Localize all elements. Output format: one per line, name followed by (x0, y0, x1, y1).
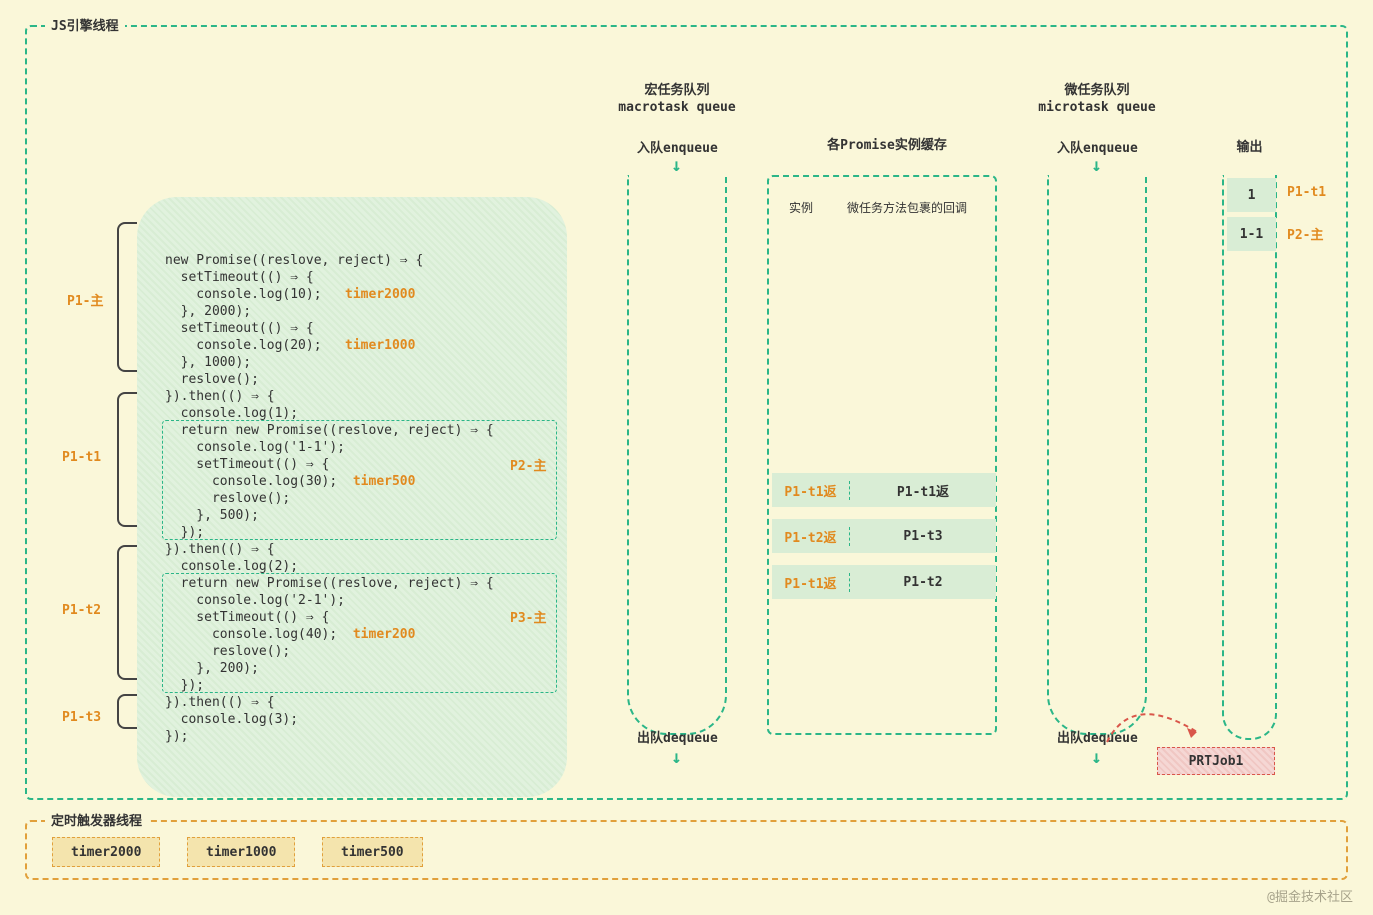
label-p1main: P1-主 (67, 290, 103, 309)
label-p1t1: P1-t1 (62, 450, 101, 465)
cache-title: 各Promise实例缓存 (797, 137, 977, 154)
p2-subbox (162, 420, 557, 540)
code-block: new Promise((reslove, reject) ⇒ { setTim… (137, 197, 567, 797)
bracket-p1main (117, 222, 137, 372)
watermark: @掘金技术社区 (1267, 886, 1353, 905)
bracket-p1t3 (117, 694, 137, 729)
bracket-p1t1 (117, 392, 137, 527)
macro-enqueue-label: 入队enqueue (637, 137, 718, 156)
macro-enqueue-arrow-icon: ↓ (671, 155, 682, 176)
label-p3main: P3-主 (510, 607, 546, 626)
macro-dequeue-label: 出队dequeue (637, 727, 718, 746)
output-source-label: P2-主 (1287, 224, 1323, 243)
p3-subbox (162, 573, 557, 693)
cache-hdr-cb: 微任务方法包裹的回调 (847, 199, 967, 216)
bracket-p1t2 (117, 545, 137, 680)
cache-row: P1-t1返 P1-t2 (772, 565, 996, 599)
label-p2main: P2-主 (510, 455, 546, 474)
label-p1t3: P1-t3 (62, 710, 101, 725)
cache-row: P1-t2返 P1-t3 (772, 519, 996, 553)
prtjob-box: PRTJob1 (1157, 747, 1275, 775)
micro-enqueue-arrow-icon: ↓ (1091, 155, 1102, 176)
timer-pill: timer500 (322, 837, 423, 867)
output-cell: 1 (1227, 178, 1276, 212)
timer-pill: timer1000 (187, 837, 295, 867)
timer-thread-label: 定时触发器线程 (45, 810, 148, 829)
timer-thread-container: 定时触发器线程 timer2000 timer1000 timer500 (25, 820, 1348, 880)
js-engine-label: JS引擎线程 (45, 15, 125, 34)
output-column: 1 1-1 (1222, 175, 1277, 740)
cache-row: P1-t1返 P1-t1返 (772, 473, 996, 507)
timer-pill: timer2000 (52, 837, 160, 867)
output-cell: 1-1 (1227, 217, 1276, 251)
micro-to-prtjob-arrow-icon (1102, 682, 1222, 752)
cache-hdr-inst: 实例 (789, 199, 813, 216)
js-engine-container: JS引擎线程 new Promise((reslove, reject) ⇒ {… (25, 25, 1348, 800)
label-p1t2: P1-t2 (62, 603, 101, 618)
macrotask-queue (627, 175, 727, 735)
micro-dequeue-arrow-icon: ↓ (1091, 747, 1102, 768)
macro-title: 宏任务队列macrotask queue (597, 82, 757, 116)
microtask-queue (1047, 175, 1147, 735)
output-title: 输出 (1222, 139, 1277, 156)
micro-enqueue-label: 入队enqueue (1057, 137, 1138, 156)
promise-cache-box: 实例 微任务方法包裹的回调 P1-t1返 P1-t1返 P1-t2返 P1-t3… (767, 175, 997, 735)
micro-title: 微任务队列microtask queue (1017, 82, 1177, 116)
output-source-label: P1-t1 (1287, 185, 1326, 200)
macro-dequeue-arrow-icon: ↓ (671, 747, 682, 768)
